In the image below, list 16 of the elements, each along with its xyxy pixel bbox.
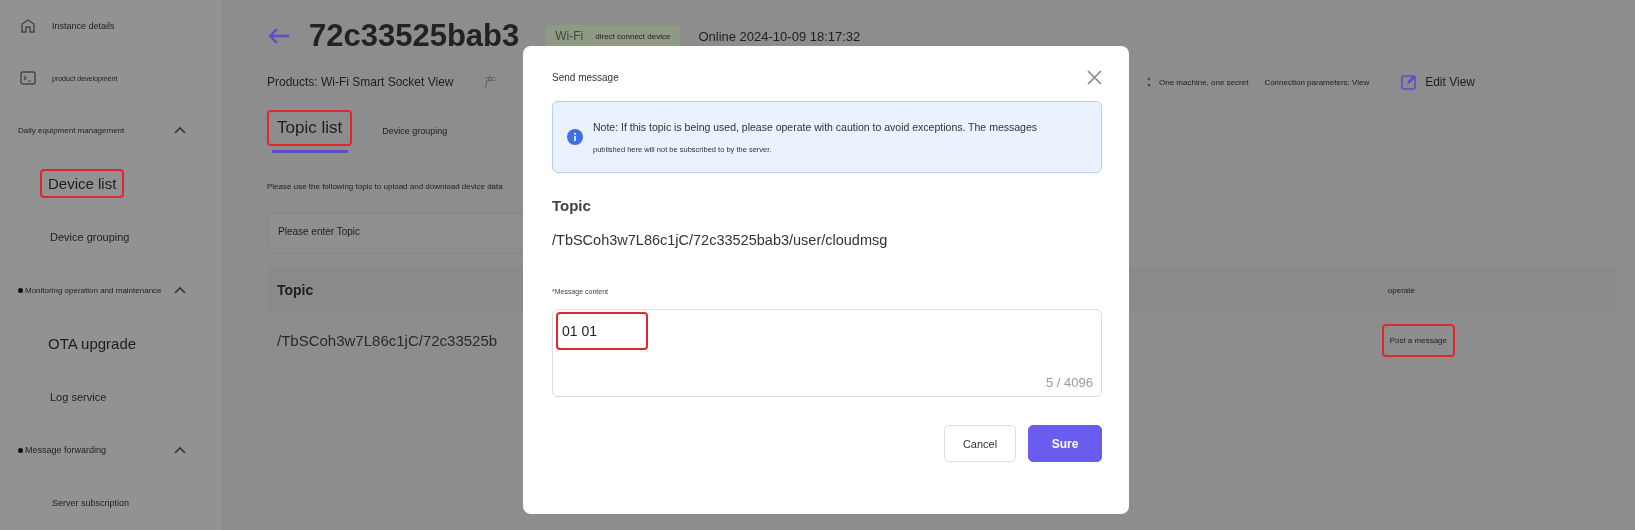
topic-path: /TbSCoh3w7L86c1jC/72c33525bab3/user/cloudmsg xyxy=(552,232,889,248)
alert-text: Note: If this topic is being used, please operate with caution to avoid exceptions. The messages xyxy=(593,120,1037,133)
column-header: Topic xyxy=(277,282,314,298)
char-counter: 5 / 4096 xyxy=(1046,375,1093,390)
status-text: Online 2024-10-09 18:17:32 xyxy=(698,28,861,44)
column-header: operate xyxy=(1387,285,1415,295)
device-title: 72c33525bab3 xyxy=(309,18,520,54)
message-text: 01 01 xyxy=(556,312,648,350)
auth-type-text: One machine, one secret xyxy=(1159,77,1249,87)
field-label: Topic xyxy=(552,197,592,214)
sidebar-label: Instance details xyxy=(52,21,115,31)
table-cell: /TbSCoh3w7L86c1jC/72c33525b xyxy=(277,331,498,349)
device-type-label: direct connect device xyxy=(595,31,671,41)
hint-text: Please use the following topic to upload and download device data xyxy=(267,182,504,191)
network-label: Wi-Fi xyxy=(555,29,584,43)
dialog-title: Send message xyxy=(552,72,619,83)
